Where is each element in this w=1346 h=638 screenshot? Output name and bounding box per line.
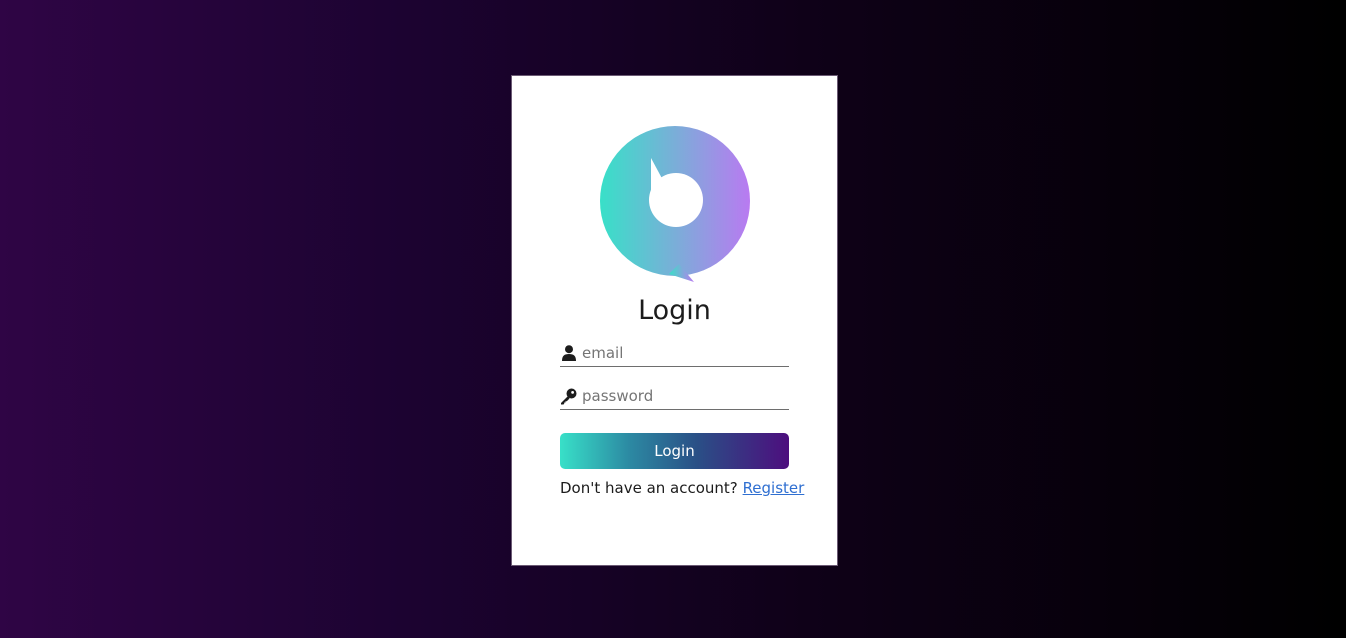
key-icon	[560, 388, 577, 405]
login-card: Login Login Don't have an account? Regis…	[511, 75, 838, 566]
register-prompt-text: Don't have an account?	[560, 479, 738, 497]
password-input[interactable]	[582, 385, 782, 407]
email-field	[560, 340, 789, 367]
password-field	[560, 383, 789, 410]
register-link[interactable]: Register	[743, 479, 805, 497]
user-icon	[560, 345, 577, 362]
login-button[interactable]: Login	[560, 433, 789, 469]
register-prompt-line: Don't have an account? Register	[560, 479, 804, 497]
email-input[interactable]	[582, 342, 782, 364]
chat-bubble-b-logo	[600, 126, 750, 282]
page-title: Login	[638, 295, 711, 326]
